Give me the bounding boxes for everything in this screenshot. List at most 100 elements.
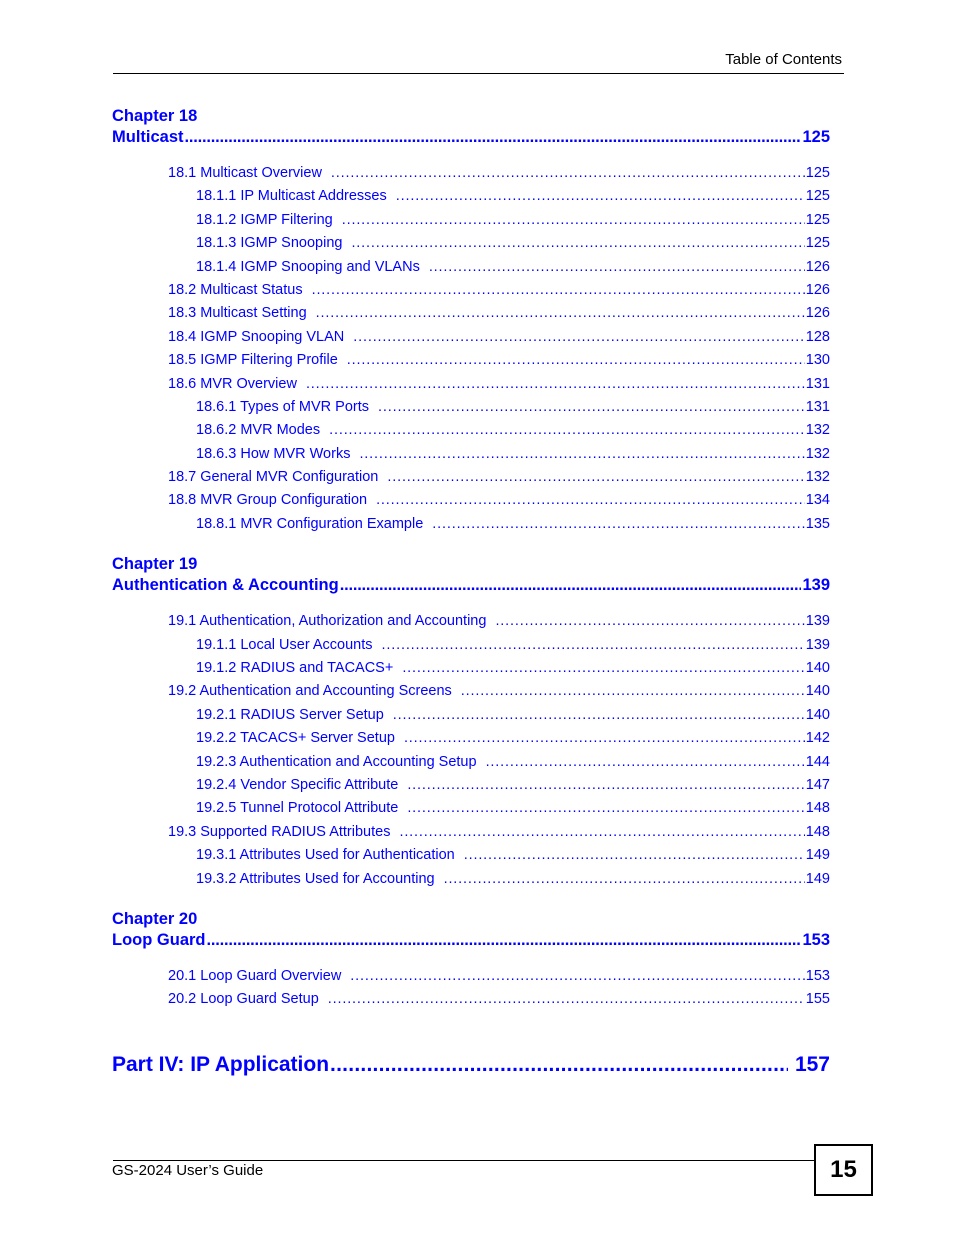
toc-entry-link[interactable]: 18.6.2 MVR Modes 132 [112,419,830,442]
toc-entry-link[interactable]: 18.1.4 IGMP Snooping and VLANs 126 [112,256,830,279]
toc-entry-link[interactable]: 18.4 IGMP Snooping VLAN 128 [112,326,830,349]
dot-leader [393,704,805,727]
entry-title: 19.1.1 Local User Accounts [196,636,373,653]
dot-leader [464,844,805,867]
dot-leader [387,466,804,489]
entry-page-number: 130 [805,352,830,369]
entry-title: 19.1 Authentication, Authorization and A… [168,613,487,630]
toc-entry-link[interactable]: 20.1 Loop Guard Overview 153 [112,965,830,988]
dot-leader [432,513,805,536]
entry-page-number: 132 [805,445,830,462]
toc-entry-link[interactable]: 18.6.3 How MVR Works 132 [112,443,830,466]
toc-part-link[interactable]: Part IV: IP Application 157 [112,1053,830,1077]
entry-title: 18.1 Multicast Overview [168,165,322,181]
dot-leader [404,727,805,750]
entry-page-number: 144 [805,753,830,770]
toc-entry-link[interactable]: 19.1 Authentication, Authorization and A… [112,610,830,633]
chapter-title-link[interactable]: Loop Guard 153 [112,930,830,951]
chapter-page-number: 139 [802,576,830,595]
toc-entry-link[interactable]: 18.1.1 IP Multicast Addresses 125 [112,185,830,208]
entry-title: 18.8.1 MVR Configuration Example [196,515,424,532]
entry-page-number: 125 [805,188,830,205]
header-title: Table of Contents [725,51,842,68]
entry-page-number: 125 [805,165,830,181]
entry-page-number: 126 [805,258,830,275]
toc-entry-link[interactable]: 19.1.1 Local User Accounts 139 [112,634,830,657]
toc-entry-link[interactable]: 19.2.3 Authentication and Accounting Set… [112,751,830,774]
entry-title: 19.2.5 Tunnel Protocol Attribute [196,800,399,817]
toc-chapter: Chapter 18Multicast12518.1 Multicast Ove… [112,106,830,536]
dot-leader [330,1053,788,1077]
toc-chapter: Chapter 20Loop Guard153 20.1 Loop Guard O… [112,909,830,1012]
dot-leader [312,279,805,302]
entry-title: 19.3.1 Attributes Used for Authenticatio… [196,847,455,864]
toc-entry-link[interactable]: 18.3 Multicast Setting 126 [112,302,830,325]
entry-title: 19.2.2 TACACS+ Server Setup [196,730,395,747]
toc-entry-link[interactable]: 19.3.2 Attributes Used for Accounting 149 [112,868,830,891]
dot-leader [402,657,804,680]
toc-entry-link[interactable]: 18.1.2 IGMP Filtering 125 [112,209,830,232]
entry-title: 18.1.1 IP Multicast Addresses [196,188,387,205]
section-list: 20.1 Loop Guard Overview 153 20.2 Loop Gua… [112,965,830,1012]
entry-page-number: 131 [805,398,830,415]
toc-entry-link[interactable]: 18.6 MVR Overview 131 [112,373,830,396]
chapter-title: Authentication & Accounting [112,576,339,595]
entry-title: 19.2 Authentication and Accounting Scree… [168,683,452,700]
dot-leader [382,634,805,657]
entry-title: 18.6 MVR Overview [168,375,297,392]
toc-entry-link[interactable]: 18.8 MVR Group Configuration 134 [112,489,830,512]
chapter-title: Loop Guard [112,930,206,949]
toc-entry-link[interactable]: 19.2 Authentication and Accounting Scree… [112,680,830,703]
entry-title: 19.2.3 Authentication and Accounting Set… [196,753,477,770]
toc-entry-link[interactable]: 19.2.1 RADIUS Server Setup 140 [112,704,830,727]
chapter-label[interactable]: Chapter 18 [112,106,830,127]
entry-title: 18.7 General MVR Configuration [168,469,379,486]
toc-entry-link[interactable]: 19.2.4 Vendor Specific Attribute 147 [112,774,830,797]
page-number-box: 15 [814,1144,873,1196]
chapter-label[interactable]: Chapter 19 [112,554,830,575]
entry-page-number: 125 [805,211,830,228]
toc-entry-link[interactable]: 18.7 General MVR Configuration 132 [112,466,830,489]
page-number: 15 [830,1156,857,1183]
toc-entry-link[interactable]: 18.5 IGMP Filtering Profile 130 [112,349,830,372]
chapter-title-link[interactable]: Multicast 125 [112,127,830,148]
entry-page-number: 139 [805,613,830,630]
dot-leader [407,797,804,820]
toc-entry-link[interactable]: 19.2.2 TACACS+ Server Setup 142 [112,727,830,750]
entry-page-number: 134 [805,492,830,509]
entry-page-number: 139 [805,636,830,653]
dot-leader [376,489,805,512]
dot-leader [351,232,804,255]
toc-entry-link[interactable]: 19.3 Supported RADIUS Attributes 148 [112,821,830,844]
entry-page-number: 148 [805,823,830,840]
entry-page-number: 140 [805,660,830,677]
chapter-title: Multicast [112,128,184,146]
entry-title: 20.1 Loop Guard Overview [168,967,342,984]
toc-entry-link[interactable]: 18.8.1 MVR Configuration Example 135 [112,513,830,536]
toc-entry-link[interactable]: 19.2.5 Tunnel Protocol Attribute 148 [112,797,830,820]
entry-page-number: 128 [805,328,830,345]
entry-title: 19.3 Supported RADIUS Attributes [168,823,391,840]
section-list: 18.1 Multicast Overview12518.1.1 IP Mult… [112,162,830,536]
dot-leader [328,988,805,1011]
toc-entry-link[interactable]: 18.2 Multicast Status 126 [112,279,830,302]
dot-leader [207,930,802,951]
chapter-title-link[interactable]: Authentication & Accounting 139 [112,575,830,596]
toc-entry-link[interactable]: 18.6.1 Types of MVR Ports 131 [112,396,830,419]
entry-page-number: 126 [805,281,830,298]
part-title: Part IV: IP Application [112,1053,330,1076]
chapter-label[interactable]: Chapter 20 [112,909,830,930]
entry-page-number: 135 [805,515,830,532]
toc-entry-link[interactable]: 19.1.2 RADIUS and TACACS+ 140 [112,657,830,680]
entry-title: 19.2.1 RADIUS Server Setup [196,706,384,723]
toc-entry-link[interactable]: 19.3.1 Attributes Used for Authenticatio… [112,844,830,867]
toc-entry-link[interactable]: 20.2 Loop Guard Setup 155 [112,988,830,1011]
toc-entry-link[interactable]: 18.1.3 IGMP Snooping 125 [112,232,830,255]
chapter-page-number: 125 [802,128,830,146]
toc-entry-link[interactable]: 18.1 Multicast Overview 125 [112,162,830,185]
entry-page-number: 132 [805,422,830,439]
entry-page-number: 140 [805,706,830,723]
entry-page-number: 126 [805,305,830,322]
entry-title: 19.3.2 Attributes Used for Accounting [196,870,435,887]
footer-guide-title: GS-2024 User’s Guide [112,1162,264,1179]
